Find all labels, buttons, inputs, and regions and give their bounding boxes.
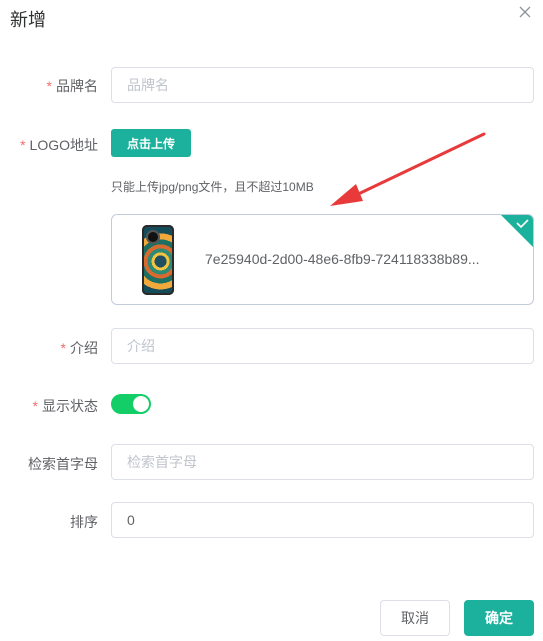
check-icon — [501, 215, 533, 247]
sort-input[interactable] — [111, 502, 534, 538]
upload-button[interactable]: 点击上传 — [111, 129, 191, 157]
dialog-title: 新增 — [10, 10, 46, 30]
switch-knob — [133, 396, 149, 412]
cancel-button[interactable]: 取消 — [380, 600, 450, 636]
show-status-label: * 显示状态 — [32, 398, 98, 414]
first-letter-input[interactable] — [111, 444, 534, 480]
add-brand-dialog: 新增 *品牌名 *LOGO地址 点击上传 只能上传jpg/png文件，且不超过1… — [0, 0, 543, 641]
first-letter-label: 检索首字母 — [28, 456, 98, 472]
brand-name-label: * 品牌名 — [46, 78, 98, 94]
uploaded-file-name: 7e25940d-2d00-48e6-8fb9-724118338b89... — [205, 251, 480, 267]
intro-label: * 介绍 — [60, 340, 98, 356]
required-mark: * — [46, 78, 52, 94]
logo-thumbnail — [142, 225, 174, 295]
close-icon[interactable] — [517, 4, 533, 20]
logo-label: * LOGO地址 — [20, 137, 98, 153]
show-status-switch[interactable] — [111, 394, 151, 414]
required-mark: * — [60, 340, 66, 356]
sort-label: 排序 — [70, 514, 98, 530]
upload-tip: 只能上传jpg/png文件，且不超过10MB — [111, 180, 314, 194]
brand-name-input[interactable] — [111, 67, 534, 103]
confirm-button[interactable]: 确定 — [464, 600, 534, 636]
uploaded-file-card[interactable]: 7e25940d-2d00-48e6-8fb9-724118338b89... — [111, 214, 534, 305]
required-mark: * — [20, 137, 26, 153]
intro-input[interactable] — [111, 328, 534, 364]
required-mark: * — [32, 398, 38, 414]
